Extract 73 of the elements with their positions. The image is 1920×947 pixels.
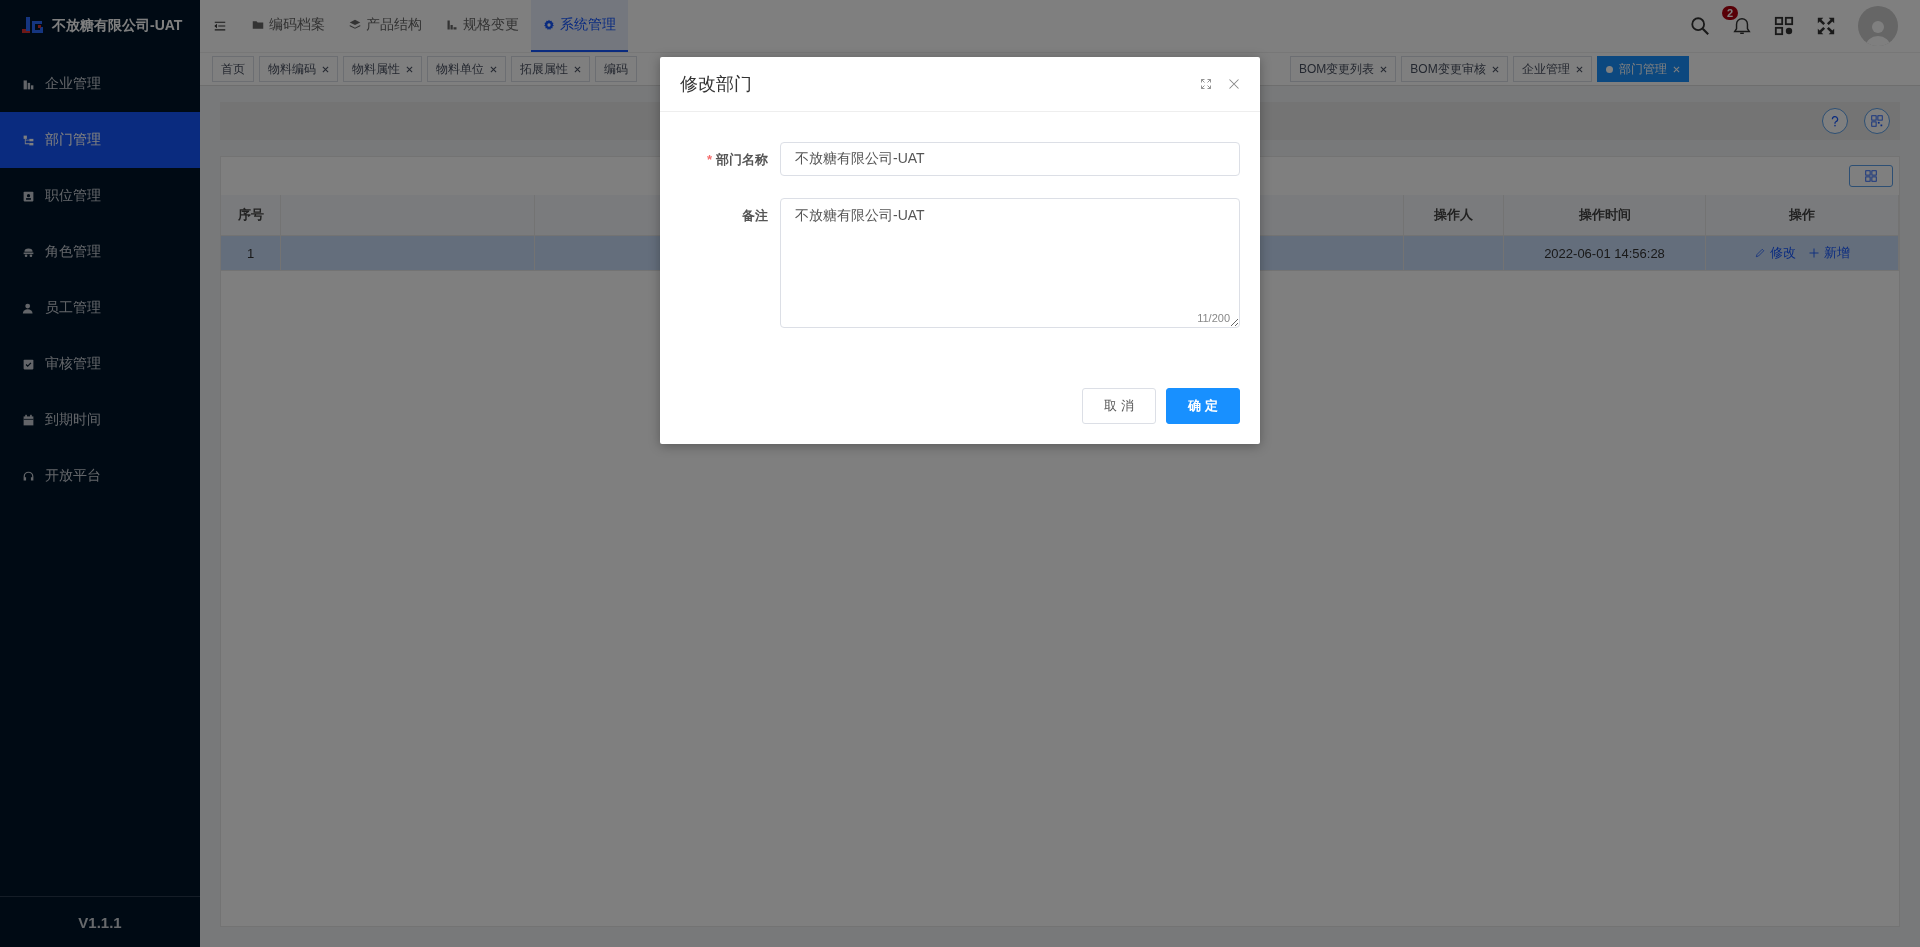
page-tab[interactable]: 物料属性 [343,56,422,82]
bell-icon [1732,16,1752,36]
qr-code-icon [1774,16,1794,36]
page-tab[interactable]: BOM变更列表 [1290,56,1397,82]
close-icon [1228,78,1240,90]
search-icon [1690,16,1710,36]
hierarchy-icon [22,133,35,147]
add-link[interactable]: 新增 [1808,244,1850,262]
menu-fold-icon [213,19,227,33]
field-label: 备注 [742,208,768,223]
page-tab[interactable]: 物料单位 [427,56,506,82]
plus-icon [1808,247,1820,259]
fullscreen-icon [1816,16,1836,36]
sidebar-item[interactable]: 开放平台 [0,448,200,504]
headset-icon [22,469,35,483]
role-icon [22,245,35,259]
page-tab[interactable]: 编码 [595,56,637,82]
close-button[interactable] [1228,78,1240,90]
nav-tab[interactable]: 系统管理 [531,0,628,52]
expand-icon [1200,78,1212,90]
sidebar-item[interactable]: 员工管理 [0,280,200,336]
layers-icon [349,19,361,31]
id-card-icon [22,189,35,203]
steps-icon [446,19,458,31]
sidebar-item[interactable]: 部门管理 [0,112,200,168]
user-icon [22,301,35,315]
page-tab[interactable]: 拓展属性 [511,56,590,82]
active-dot [1605,65,1613,73]
maximize-button[interactable] [1200,78,1212,90]
layout-button[interactable] [1849,165,1893,187]
dialog-title: 修改部门 [680,73,752,96]
help-button[interactable] [1822,108,1848,134]
page-tab[interactable]: 物料编码 [259,56,338,82]
cancel-button[interactable]: 取 消 [1082,388,1156,424]
settings-icon [543,19,555,31]
close-icon[interactable] [1380,65,1388,73]
table-cell: 2022-06-01 14:56:28 [1504,236,1706,271]
edit-link[interactable]: 修改 [1754,244,1796,262]
close-icon[interactable] [574,65,581,73]
sidebar-item[interactable]: 到期时间 [0,392,200,448]
company-name: 不放糖有限公司-UAT [52,17,183,35]
close-icon[interactable] [322,65,329,73]
close-icon[interactable] [1575,65,1583,73]
nav-tab[interactable]: 编码档案 [240,0,337,52]
version-label: V1.1.1 [78,913,122,931]
close-icon[interactable] [1491,65,1499,73]
folder-icon [252,19,264,31]
calendar-icon [22,413,35,427]
close-icon[interactable] [406,65,413,73]
sidebar-item[interactable]: 角色管理 [0,224,200,280]
page-tab[interactable]: 首页 [212,56,254,82]
sidebar-item[interactable]: 企业管理 [0,56,200,112]
building-icon [22,77,35,91]
char-counter: 11/200 [1197,312,1230,324]
table-cell: 1 [221,236,281,271]
grid-icon [1864,169,1878,183]
qr-code-button[interactable] [1864,108,1890,134]
pencil-icon [1754,247,1766,259]
required-mark: * [706,152,712,167]
page-tab[interactable]: 企业管理 [1512,56,1592,82]
notification-badge: 2 [1722,6,1739,20]
qr-code-icon [1870,114,1884,128]
sidebar-item[interactable]: 审核管理 [0,336,200,392]
field-label: 部门名称 [716,152,768,167]
nav-tab[interactable]: 产品结构 [337,0,434,52]
checkbox-icon [22,357,35,371]
page-tab[interactable]: BOM变更审核 [1401,56,1508,82]
page-tab[interactable]: 部门管理 [1596,56,1689,82]
nav-tab[interactable]: 规格变更 [434,0,531,52]
close-icon[interactable] [490,65,497,73]
confirm-button[interactable]: 确 定 [1166,388,1240,424]
sidebar-item[interactable]: 职位管理 [0,168,200,224]
name-field[interactable]: 不放糖有限公司-UAT [780,142,1240,176]
